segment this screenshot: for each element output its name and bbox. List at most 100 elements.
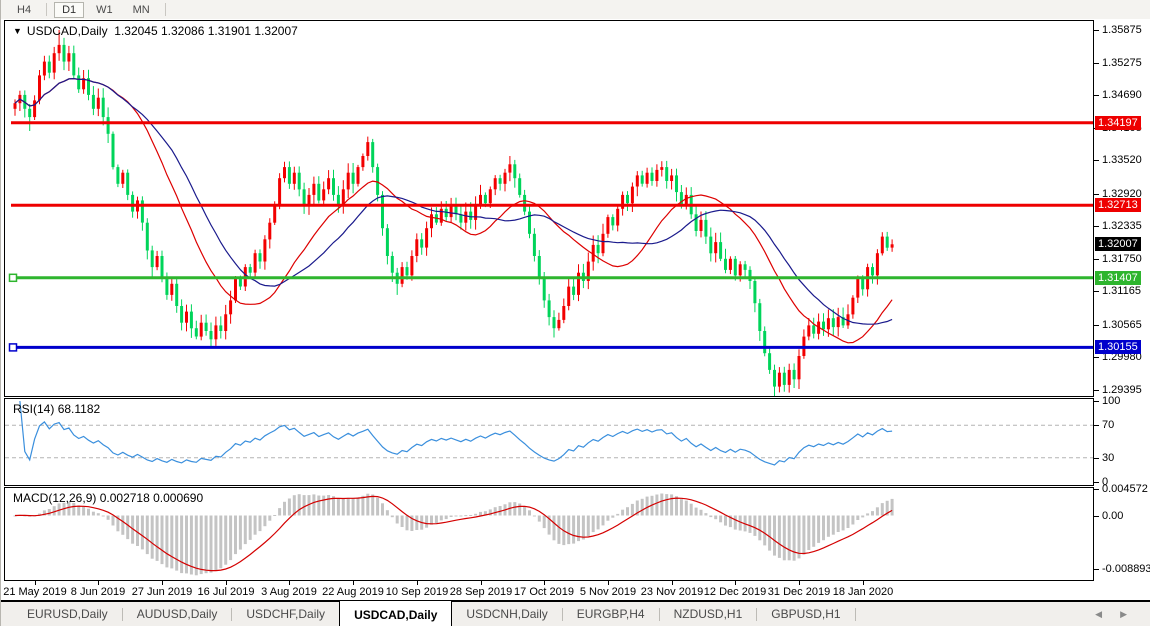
timeframe-button-h4[interactable]: H4 <box>9 2 39 18</box>
axis-tick-mark <box>1094 458 1099 459</box>
symbol-tab-eurusd[interactable]: EURUSD,Daily <box>13 602 122 626</box>
candlestick-chart-canvas[interactable] <box>5 21 1093 396</box>
chart-title: ▼ USDCAD,Daily 1.32045 1.32086 1.31901 1.… <box>13 24 298 38</box>
date-tick-mark <box>353 581 354 585</box>
date-tick-mark <box>863 581 864 585</box>
date-label: 22 Aug 2019 <box>322 586 384 598</box>
price-tick-label: 1.31165 <box>1102 285 1141 297</box>
date-axis[interactable]: 21 May 2019 8 Jun 2019 27 Jun 2019 16 Jul 2… <box>5 581 1094 600</box>
date-label: 23 Nov 2019 <box>641 586 703 598</box>
macd-axis-label: -0.008893 <box>1102 563 1150 575</box>
price-tick-label: 1.35275 <box>1102 57 1142 69</box>
rsi-axis-label: 100 <box>1102 395 1120 407</box>
collapse-arrow-icon[interactable]: ▼ <box>13 26 22 36</box>
date-tick-mark <box>735 581 736 585</box>
macd-indicator-pane[interactable]: MACD(12,26,9) 0.002718 0.000690 <box>4 487 1094 581</box>
timeframe-toolbar: H4 D1W1MN <box>1 0 1150 19</box>
macd-current-values: 0.002718 0.000690 <box>100 491 203 505</box>
level-price-label: 1.31407 <box>1095 271 1141 285</box>
date-tick-mark <box>672 581 673 585</box>
axis-tick-mark <box>1094 259 1099 260</box>
axis-tick-mark <box>1094 160 1099 161</box>
axis-tick-mark <box>1094 569 1099 570</box>
date-label: 8 Jun 2019 <box>71 586 125 598</box>
current-price-label: 1.32007 <box>1095 237 1141 251</box>
date-label: 27 Jun 2019 <box>132 586 193 598</box>
rsi-indicator-pane[interactable]: RSI(14) 68.1182 <box>4 398 1094 486</box>
date-label: 17 Oct 2019 <box>514 586 574 598</box>
tab-scroll-left-icon[interactable]: ◀ <box>1095 609 1102 620</box>
date-tick-mark <box>289 581 290 585</box>
price-tick-label: 1.32335 <box>1102 220 1142 232</box>
macd-name-label: MACD(12,26,9) <box>13 491 96 505</box>
axis-tick-mark <box>1094 390 1099 391</box>
date-label: 12 Dec 2019 <box>704 586 766 598</box>
price-tick-label: 1.35875 <box>1102 24 1142 36</box>
tab-scroll-right-icon[interactable]: ▶ <box>1120 609 1127 620</box>
rsi-chart-canvas[interactable] <box>5 399 1093 485</box>
date-tick-mark <box>608 581 609 585</box>
price-axis[interactable]: 1.358751.352751.346901.341051.335201.329… <box>1094 20 1150 601</box>
date-label: 16 Jul 2019 <box>198 586 255 598</box>
date-label: 10 Sep 2019 <box>386 586 448 598</box>
axis-tick-mark <box>1094 357 1099 358</box>
price-tick-label: 1.33520 <box>1102 154 1142 166</box>
symbol-tab-nzdusd[interactable]: NZDUSD,H1 <box>660 602 757 626</box>
date-label: 5 Nov 2019 <box>580 586 636 598</box>
axis-tick-mark <box>1094 63 1099 64</box>
date-tick-mark <box>226 581 227 585</box>
date-tick-mark <box>799 581 800 585</box>
date-tick-mark <box>162 581 163 585</box>
level-price-label: 1.30155 <box>1095 340 1141 354</box>
rsi-name-label: RSI(14) <box>13 402 54 416</box>
axis-tick-mark <box>1094 30 1099 31</box>
trading-terminal-window: H4 D1W1MN ▼ USDCAD,Daily 1.32045 1.32086 1… <box>0 0 1150 626</box>
axis-tick-mark <box>1094 401 1099 402</box>
price-tick-label: 1.31750 <box>1102 253 1142 265</box>
symbol-tab-eurgbp[interactable]: EURGBP,H4 <box>563 602 659 626</box>
main-chart-pane[interactable]: ▼ USDCAD,Daily 1.32045 1.32086 1.31901 1.… <box>4 20 1094 397</box>
symbol-tab-usdcnh[interactable]: USDCNH,Daily <box>452 602 561 626</box>
timeframe-button-mn[interactable]: MN <box>125 2 158 18</box>
tab-separator <box>855 608 856 621</box>
timeframe-button-d1[interactable]: D1 <box>54 2 84 18</box>
axis-tick-mark <box>1094 291 1099 292</box>
symbol-tab-gbpusd[interactable]: GBPUSD,H1 <box>757 602 854 626</box>
price-tick-label: 1.34690 <box>1102 89 1142 101</box>
axis-tick-mark <box>1094 226 1099 227</box>
rsi-title: RSI(14) 68.1182 <box>13 402 100 416</box>
rsi-axis-label: 30 <box>1102 452 1114 464</box>
rsi-current-value: 68.1182 <box>58 402 101 416</box>
date-label: 31 Dec 2019 <box>768 586 830 598</box>
level-price-label: 1.32713 <box>1095 198 1141 212</box>
symbol-tab-usdcad[interactable]: USDCAD,Daily <box>339 600 452 626</box>
date-tick-mark <box>417 581 418 585</box>
axis-tick-mark <box>1094 425 1099 426</box>
price-tick-label: 1.30565 <box>1102 319 1142 331</box>
date-label: 18 Jan 2020 <box>833 586 894 598</box>
axis-tick-mark <box>1094 95 1099 96</box>
toolbar-separator <box>46 3 47 16</box>
date-label: 3 Aug 2019 <box>261 586 317 598</box>
chart-symbol-label: USDCAD,Daily <box>27 24 108 38</box>
date-tick-mark <box>544 581 545 585</box>
macd-title: MACD(12,26,9) 0.002718 0.000690 <box>13 491 203 505</box>
axis-tick-mark <box>1094 489 1099 490</box>
date-tick-mark <box>481 581 482 585</box>
date-label: 21 May 2019 <box>3 586 67 598</box>
chart-ohlc-values: 1.32045 1.32086 1.31901 1.32007 <box>114 24 298 38</box>
symbol-tab-audusd[interactable]: AUDUSD,Daily <box>123 602 232 626</box>
axis-tick-mark <box>1094 194 1099 195</box>
date-tick-mark <box>98 581 99 585</box>
axis-tick-mark <box>1094 325 1099 326</box>
macd-axis-label: 0.00 <box>1102 510 1123 522</box>
symbol-tab-usdchf[interactable]: USDCHF,Daily <box>232 602 339 626</box>
macd-axis-label: 0.004572 <box>1102 483 1148 495</box>
axis-tick-mark <box>1094 482 1099 483</box>
symbol-tab-bar: EURUSD,DailyAUDUSD,DailyUSDCHF,DailyUSDC… <box>1 602 1150 626</box>
timeframe-button-w1[interactable]: W1 <box>88 2 121 18</box>
axis-tick-mark <box>1094 516 1099 517</box>
date-label: 28 Sep 2019 <box>450 586 512 598</box>
date-tick-mark <box>35 581 36 585</box>
toolbar-separator <box>165 3 166 16</box>
